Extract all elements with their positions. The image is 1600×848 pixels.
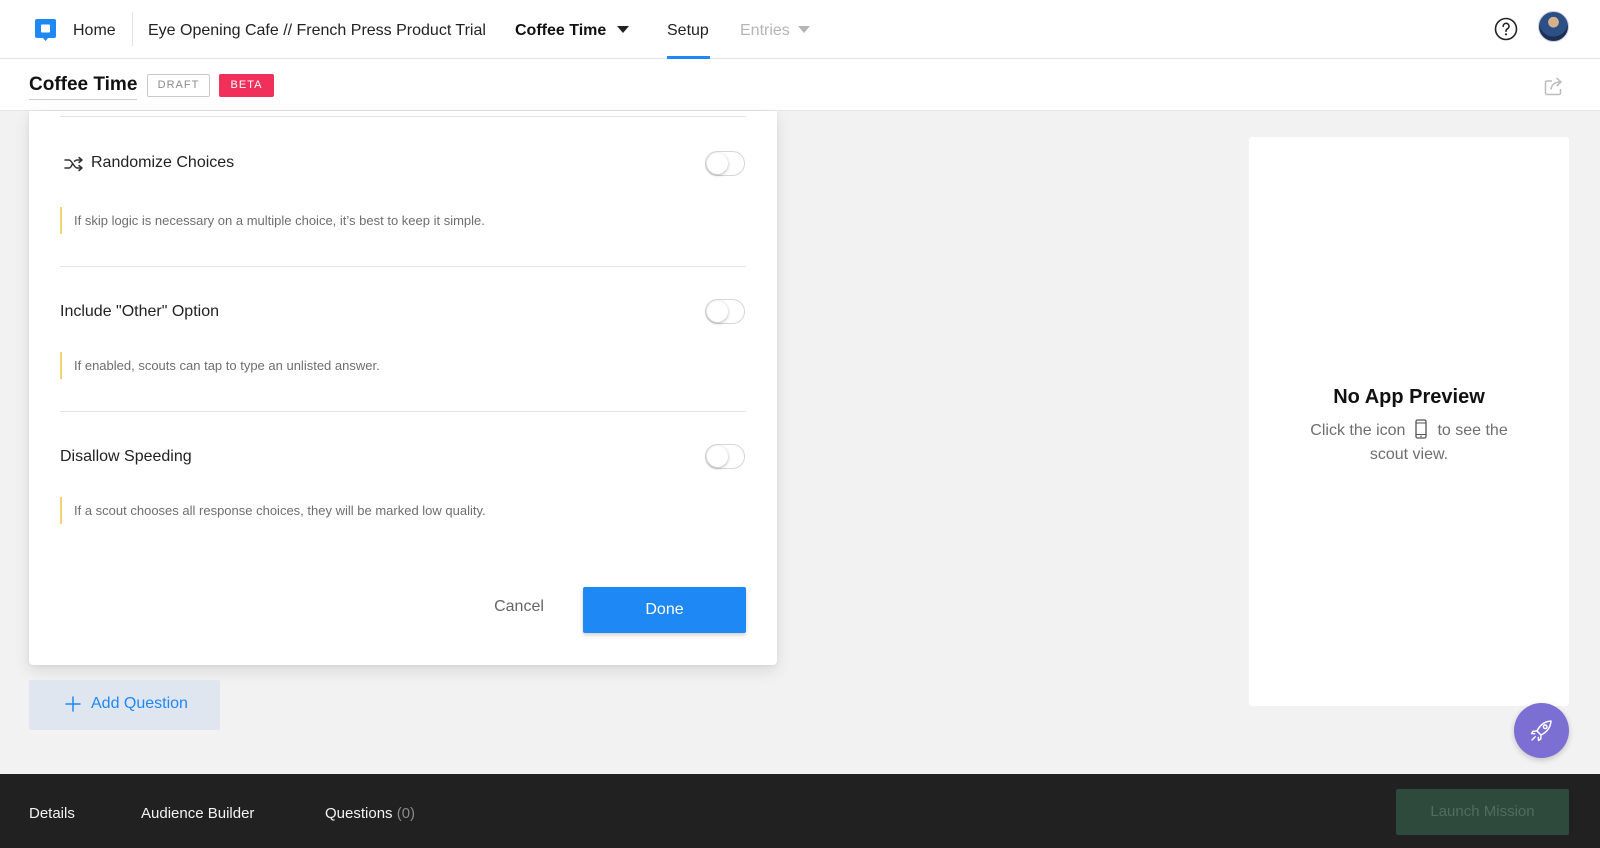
question-settings-card: Randomize Choices If skip logic is neces…: [29, 111, 777, 665]
app-logo-icon[interactable]: [34, 18, 57, 41]
caret-down-icon[interactable]: [798, 26, 810, 33]
footer-questions-label: Questions: [325, 805, 393, 822]
randomize-toggle[interactable]: [705, 151, 745, 176]
breadcrumb[interactable]: Eye Opening Cafe // French Press Product…: [148, 21, 486, 41]
disallow-speeding-toggle[interactable]: [705, 444, 745, 469]
done-button[interactable]: Done: [583, 587, 746, 633]
preview-title: No App Preview: [1333, 386, 1485, 408]
add-question-button[interactable]: Add Question: [29, 680, 220, 730]
tab-setup[interactable]: Setup: [667, 21, 709, 41]
toggle-knob: [707, 301, 728, 322]
share-icon[interactable]: [1543, 75, 1565, 97]
toggle-knob: [707, 153, 728, 174]
toggle-knob: [707, 446, 728, 467]
questions-count: (0): [396, 805, 416, 822]
preview-instructions: Click the icon to see the: [1249, 419, 1569, 440]
top-nav: Home Eye Opening Cafe // French Press Pr…: [0, 0, 1600, 59]
shuffle-icon: [64, 156, 83, 172]
footer-tab-audience-builder[interactable]: Audience Builder: [141, 805, 254, 822]
add-question-label: Add Question: [91, 695, 188, 712]
launch-mission-button[interactable]: Launch Mission: [1396, 789, 1569, 835]
divider: [60, 266, 746, 267]
option-hint: If enabled, scouts can tap to type an un…: [60, 352, 380, 379]
cancel-button[interactable]: Cancel: [479, 587, 559, 627]
nav-home-link[interactable]: Home: [73, 21, 116, 41]
page-header: Coffee Time DRAFT BETA: [0, 59, 1600, 111]
option-speeding-label: Disallow Speeding: [60, 448, 192, 465]
tab-entries[interactable]: Entries: [740, 21, 790, 41]
phone-icon[interactable]: [1415, 419, 1428, 439]
preview-instructions-text: to see the: [1437, 422, 1508, 439]
other-option-toggle[interactable]: [705, 299, 745, 324]
avatar[interactable]: [1538, 11, 1569, 42]
option-hint: If skip logic is necessary on a multiple…: [60, 207, 485, 234]
page-title[interactable]: Coffee Time: [29, 74, 138, 100]
option-other-label: Include "Other" Option: [60, 303, 219, 320]
divider: [60, 411, 746, 412]
preview-instructions-text: Click the icon: [1310, 422, 1406, 439]
app-preview-panel: No App Preview Click the icon to see the…: [1249, 137, 1569, 706]
option-hint: If a scout chooses all response choices,…: [60, 497, 486, 524]
plus-icon: [65, 696, 81, 712]
rocket-icon: [1530, 720, 1552, 742]
footer-bar: Details Audience Builder Questions (0) L…: [0, 774, 1600, 848]
caret-down-icon[interactable]: [617, 26, 629, 33]
divider: [60, 116, 746, 117]
draft-badge: DRAFT: [147, 74, 210, 97]
mission-selector[interactable]: Coffee Time: [515, 21, 606, 41]
help-icon[interactable]: [1494, 17, 1518, 41]
option-randomize-label: Randomize Choices: [91, 154, 235, 171]
footer-tab-questions[interactable]: Questions (0): [325, 805, 415, 822]
footer-tab-details[interactable]: Details: [29, 805, 75, 822]
preview-instructions-line2: scout view.: [1369, 446, 1449, 463]
launch-fab[interactable]: [1514, 703, 1569, 758]
beta-badge: BETA: [219, 74, 274, 97]
nav-divider: [132, 12, 133, 46]
